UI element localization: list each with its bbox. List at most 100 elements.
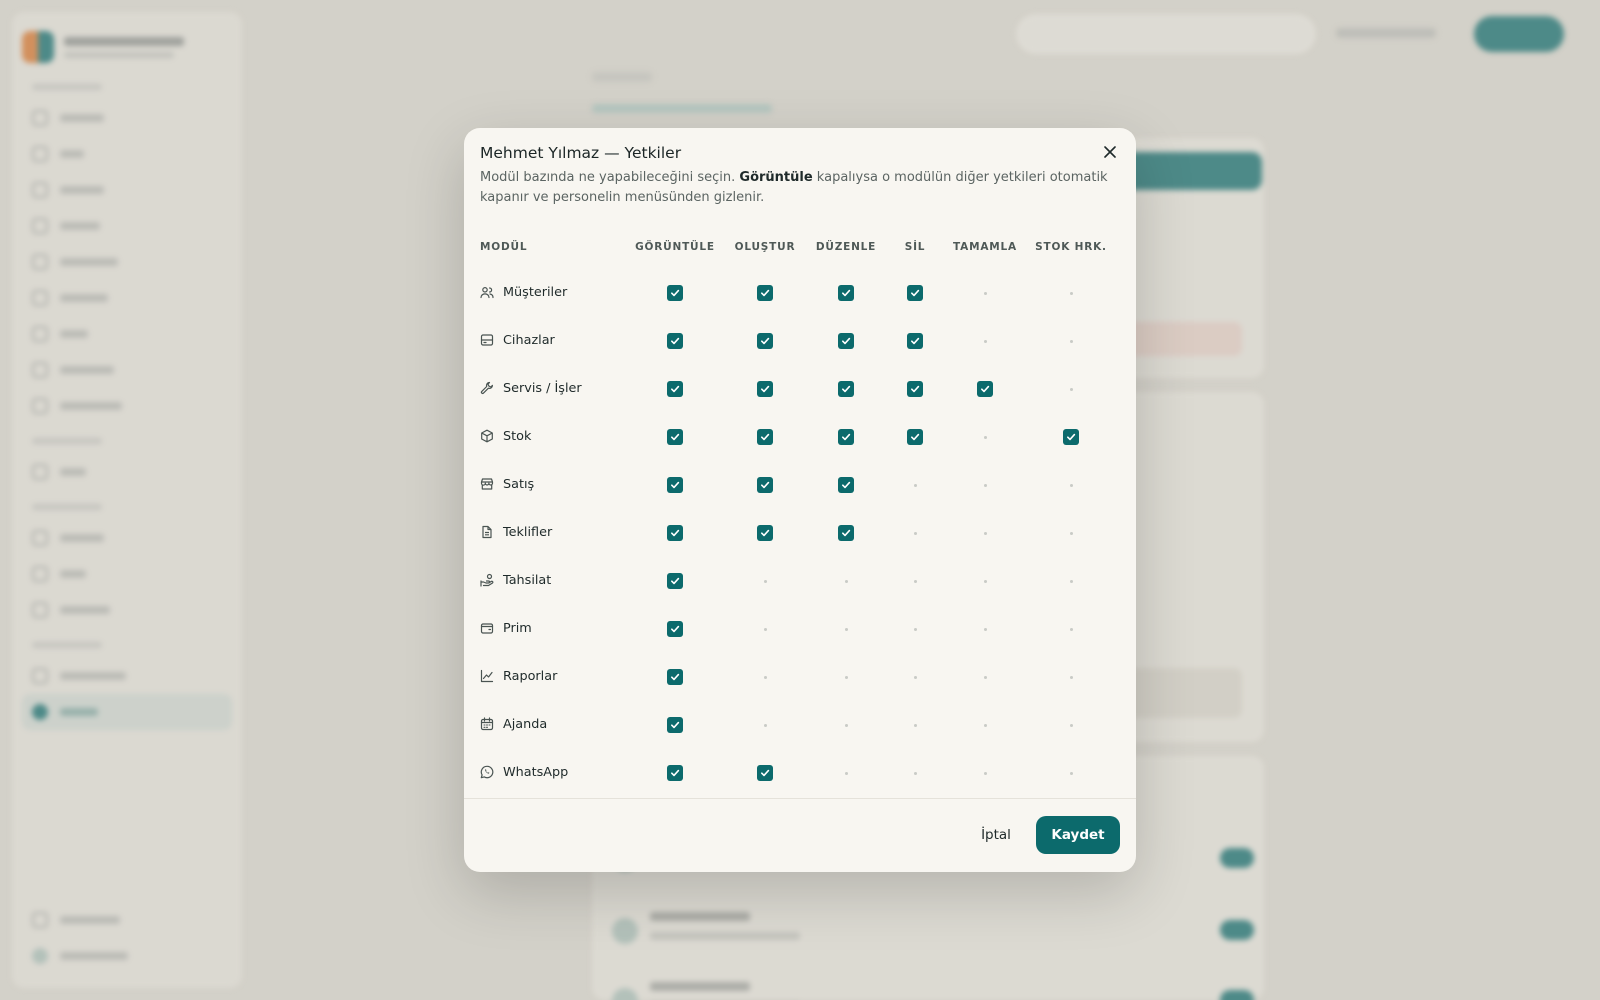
permission-checkbox-create[interactable] — [757, 525, 773, 541]
permission-cell-edit — [810, 700, 882, 748]
column-header-delete: SİL — [904, 241, 926, 253]
device-icon — [480, 334, 494, 346]
permission-checkbox-edit[interactable] — [838, 429, 854, 445]
permission-checkbox-complete[interactable] — [977, 381, 993, 397]
not-applicable-indicator — [913, 675, 917, 679]
footer-divider — [464, 798, 1136, 799]
permission-checkbox-delete[interactable] — [907, 381, 923, 397]
permission-checkbox-edit[interactable] — [838, 285, 854, 301]
permission-checkbox-edit[interactable] — [838, 525, 854, 541]
permission-checkbox-view[interactable] — [667, 573, 683, 589]
column-header-view: GÖRÜNTÜLE — [635, 241, 715, 253]
module-cell: Ajanda — [480, 700, 630, 748]
check-icon — [761, 289, 770, 297]
permission-cell-create — [720, 748, 810, 796]
wrench-icon — [480, 381, 493, 395]
column-header-edit: DÜZENLE — [815, 241, 877, 253]
permission-cell-delete — [882, 652, 948, 700]
permission-checkbox-view[interactable] — [667, 525, 683, 541]
check-icon — [671, 721, 680, 729]
box-icon — [481, 429, 493, 443]
module-name: Müşteriler — [503, 284, 568, 300]
permission-checkbox-create[interactable] — [757, 333, 773, 349]
permission-checkbox-view[interactable] — [667, 621, 683, 637]
permission-cell-delete — [882, 604, 948, 652]
check-icon — [761, 385, 770, 393]
module-name: Ajanda — [503, 716, 548, 732]
permission-checkbox-view[interactable] — [667, 285, 683, 301]
permission-checkbox-delete[interactable] — [907, 429, 923, 445]
permission-cell-delete — [882, 748, 948, 796]
permission-cell-view — [630, 412, 720, 460]
permission-checkbox-view[interactable] — [667, 381, 683, 397]
permission-checkbox-create[interactable] — [757, 381, 773, 397]
column-header-stock-movement: STOK HRK. — [1035, 241, 1107, 253]
permission-cell-edit — [810, 556, 882, 604]
modal-title: Mehmet Yılmaz — Yetkiler — [480, 144, 682, 162]
permission-cell-create — [720, 268, 810, 316]
not-applicable-indicator — [1069, 339, 1073, 343]
permission-checkbox-view[interactable] — [667, 429, 683, 445]
column-header-create: OLUŞTUR — [734, 241, 796, 253]
check-icon — [761, 529, 770, 537]
permission-cell-create — [720, 700, 810, 748]
permission-cell-create — [720, 412, 810, 460]
permission-cell-delete — [882, 412, 948, 460]
permission-cell-delete — [882, 364, 948, 412]
permission-checkbox-delete[interactable] — [907, 333, 923, 349]
permission-cell-delete — [882, 268, 948, 316]
not-applicable-indicator — [844, 723, 848, 727]
check-icon — [761, 769, 770, 777]
permission-checkbox-view[interactable] — [667, 765, 683, 781]
permission-checkbox-stock-movement[interactable] — [1063, 429, 1079, 445]
table-header: MODÜL GÖRÜNTÜLE OLUŞTUR DÜZENLE SİL TAMA… — [480, 226, 1120, 268]
permission-cell-view — [630, 700, 720, 748]
module-cell: Servis / İşler — [480, 364, 630, 412]
save-button[interactable]: Kaydet — [1036, 816, 1120, 854]
permission-cell-view — [630, 364, 720, 412]
permission-cell-delete — [882, 316, 948, 364]
not-applicable-indicator — [763, 723, 767, 727]
permission-cell-view — [630, 556, 720, 604]
permissions-table: MODÜL GÖRÜNTÜLE OLUŞTUR DÜZENLE SİL TAMA… — [480, 226, 1120, 796]
permission-checkbox-view[interactable] — [667, 333, 683, 349]
permission-checkbox-create[interactable] — [757, 477, 773, 493]
permission-cell-create — [720, 652, 810, 700]
permission-cell-edit — [810, 604, 882, 652]
check-icon — [761, 433, 770, 441]
check-icon — [911, 289, 920, 297]
permission-cell-stock-movement — [1022, 460, 1120, 508]
permission-cell-view — [630, 460, 720, 508]
permission-row: Stok — [480, 412, 1120, 460]
permission-checkbox-view[interactable] — [667, 669, 683, 685]
column-header-complete: TAMAMLA — [953, 241, 1017, 253]
permission-checkbox-view[interactable] — [667, 717, 683, 733]
close-icon — [1104, 146, 1116, 158]
permission-checkbox-edit[interactable] — [838, 333, 854, 349]
check-icon — [842, 337, 851, 345]
cancel-button[interactable]: İptal — [972, 818, 1020, 852]
permission-row: Müşteriler — [480, 268, 1120, 316]
permission-checkbox-create[interactable] — [757, 429, 773, 445]
close-button[interactable] — [1100, 142, 1120, 162]
permission-checkbox-create[interactable] — [757, 765, 773, 781]
permission-cell-view — [630, 748, 720, 796]
check-icon — [671, 673, 680, 681]
module-name: Teklifler — [503, 524, 553, 540]
permission-checkbox-delete[interactable] — [907, 285, 923, 301]
permission-cell-view — [630, 652, 720, 700]
permission-checkbox-edit[interactable] — [838, 477, 854, 493]
permission-checkbox-create[interactable] — [757, 285, 773, 301]
not-applicable-indicator — [983, 723, 987, 727]
not-applicable-indicator — [1069, 723, 1073, 727]
not-applicable-indicator — [844, 675, 848, 679]
permission-cell-view — [630, 268, 720, 316]
permission-cell-view — [630, 316, 720, 364]
permission-checkbox-view[interactable] — [667, 477, 683, 493]
permission-cell-stock-movement — [1022, 316, 1120, 364]
permission-checkbox-edit[interactable] — [838, 381, 854, 397]
not-applicable-indicator — [1069, 627, 1073, 631]
not-applicable-indicator — [844, 579, 848, 583]
check-icon — [671, 481, 680, 489]
permission-cell-complete — [948, 604, 1022, 652]
